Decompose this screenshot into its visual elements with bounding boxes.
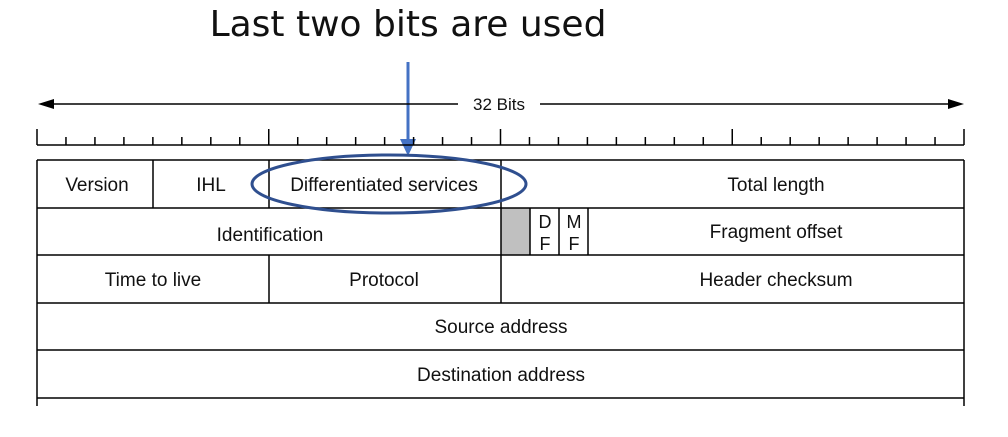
bit-width-label: 32 Bits [473,95,525,114]
field-fragment-offset: Fragment offset [710,222,843,243]
ip-header-table: Version IHL Differentiated services Tota… [36,159,965,406]
flag-mf-top: M [567,212,582,232]
field-identification: Identification [217,225,324,246]
field-ihl: IHL [196,175,226,196]
field-differentiated-services: Differentiated services [290,175,478,196]
diagram-svg: Last two bits are used 32 Bits Version I… [36,4,965,406]
field-source-address: Source address [434,317,567,338]
field-total-length: Total length [727,175,824,196]
flag-df-top: D [539,212,552,232]
field-protocol: Protocol [349,270,419,291]
left-arrowhead-icon [38,99,54,109]
flag-mf-bottom: F [569,234,580,254]
ip-header-diagram: Last two bits are used 32 Bits Version I… [0,0,1008,432]
right-arrowhead-icon [948,99,964,109]
field-header-checksum: Header checksum [699,270,852,291]
reserved-bit-cell [501,208,530,255]
field-time-to-live: Time to live [105,270,201,291]
bit-ruler [36,129,965,146]
field-destination-address: Destination address [417,365,585,386]
field-version: Version [65,175,128,196]
annotation-caption: Last two bits are used [210,4,607,45]
flag-df-bottom: F [540,234,551,254]
